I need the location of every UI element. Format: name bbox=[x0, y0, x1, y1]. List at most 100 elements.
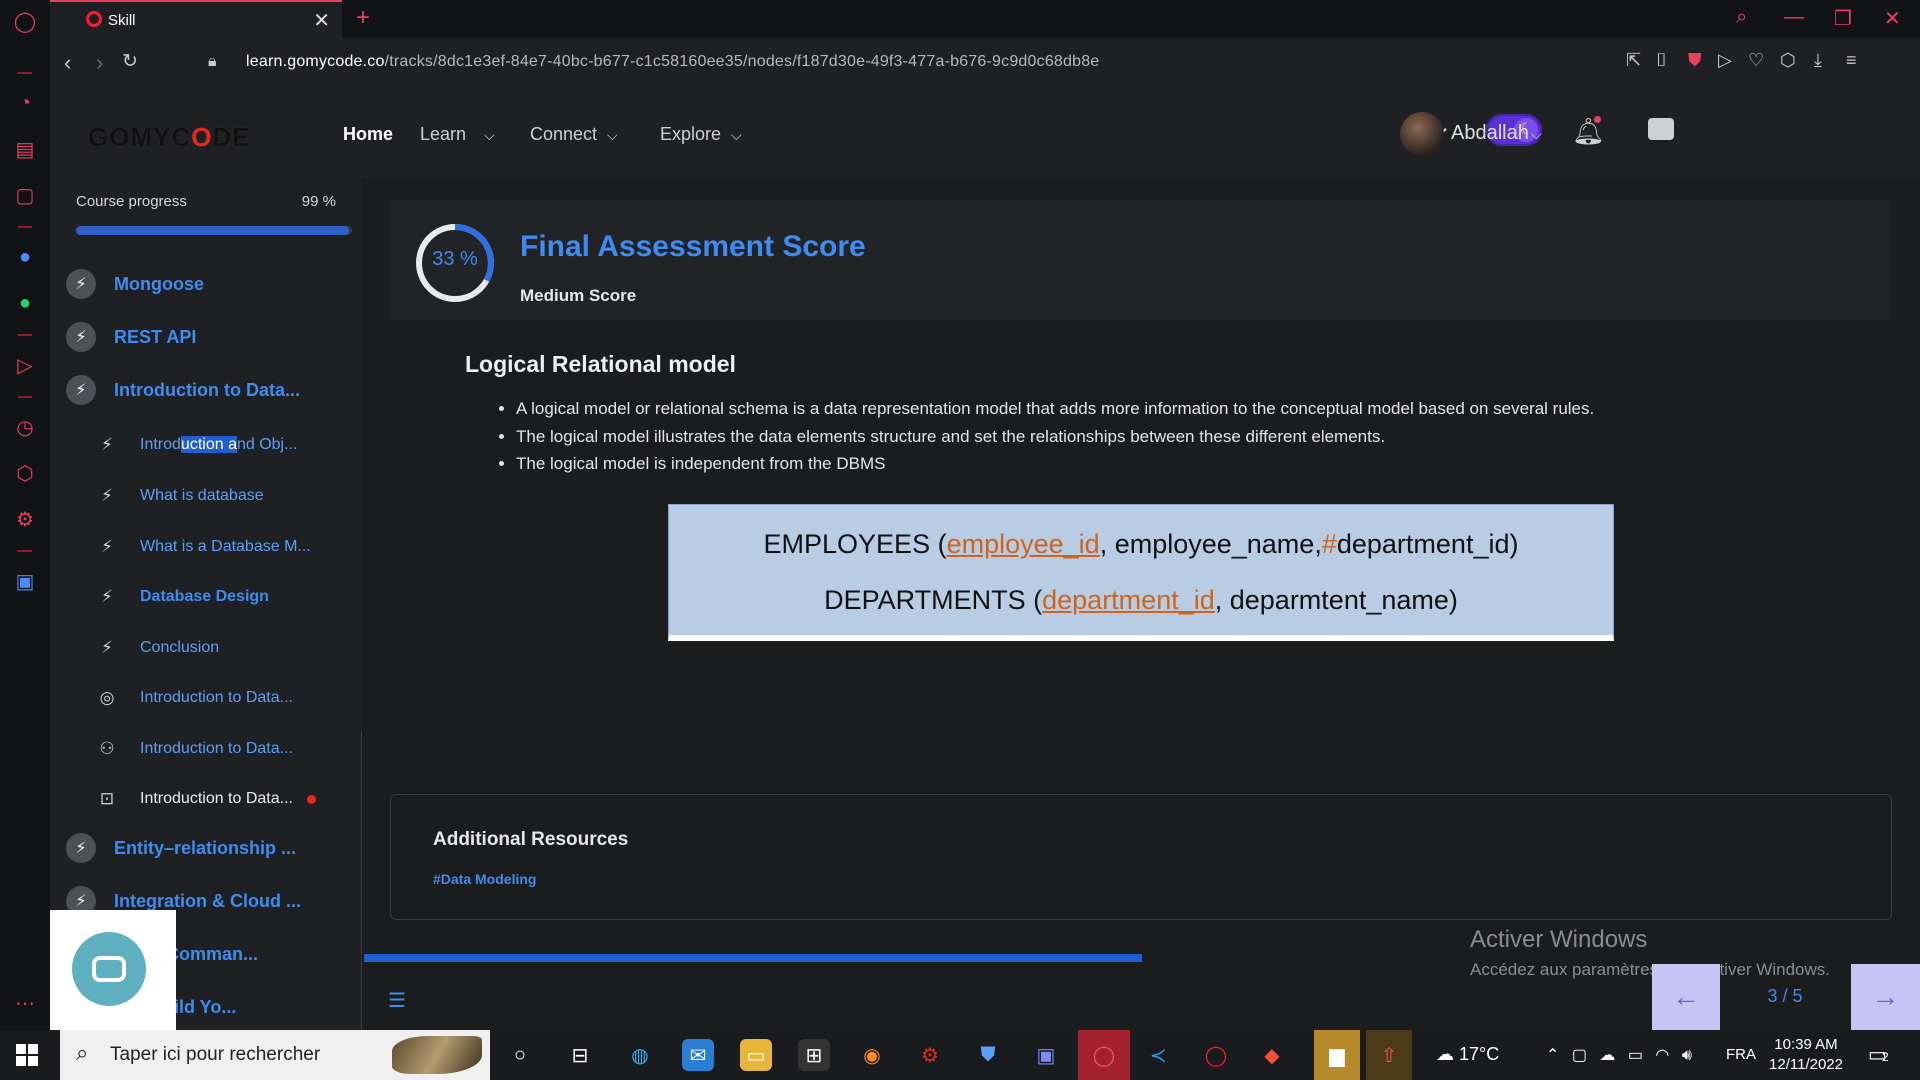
new-tab-button[interactable]: + bbox=[356, 4, 370, 32]
gomycode-logo[interactable]: GOMYCODE bbox=[88, 122, 251, 153]
notification-count: 2 bbox=[1882, 1050, 1889, 1064]
twitch-icon[interactable]: ▢ bbox=[12, 182, 38, 208]
chevron-down-icon: ⌵ bbox=[484, 127, 495, 143]
upload-app-icon[interactable]: ⇧ bbox=[1366, 1030, 1412, 1080]
lesson-item[interactable]: ⚡︎ Conclusion bbox=[96, 634, 219, 662]
shield-app-icon[interactable]: ⛊ bbox=[972, 1039, 1004, 1071]
resource-tag-link[interactable]: #Data Modeling bbox=[433, 871, 536, 887]
close-tab-icon[interactable]: ✕ bbox=[313, 8, 330, 33]
restore-button[interactable]: ❐ bbox=[1834, 6, 1852, 31]
site-header: GOMYCODE Home Learn⌵ Connect⌵ Explore⌵ ⟳… bbox=[50, 88, 1920, 178]
task-view-icon[interactable]: ⊟ bbox=[564, 1039, 596, 1071]
taskbar-search[interactable]: ⌕ Taper ici pour rechercher bbox=[60, 1030, 490, 1080]
nav-explore[interactable]: Explore ⌵ bbox=[660, 124, 742, 145]
close-window-button[interactable]: ✕ bbox=[1884, 6, 1901, 31]
git-icon[interactable]: ◆ bbox=[1256, 1039, 1288, 1071]
vscode-icon[interactable]: ≺ bbox=[1142, 1039, 1174, 1071]
notification-center-icon[interactable]: ▭ 2 bbox=[1868, 1042, 1889, 1067]
folder-icon[interactable]: ▆ bbox=[1314, 1030, 1360, 1080]
module-label: Integration & Cloud ... bbox=[114, 890, 301, 911]
lesson-label: Introduction to Data... bbox=[140, 740, 293, 757]
firefox-icon[interactable]: ◉ bbox=[856, 1039, 888, 1071]
lesson-item[interactable]: ⚡︎ Introduction and Obj... bbox=[96, 431, 297, 459]
chat-icon[interactable] bbox=[1648, 118, 1674, 140]
file-explorer-icon[interactable]: ▭ bbox=[740, 1039, 772, 1071]
lock-icon[interactable]: 🔒︎ bbox=[208, 53, 217, 71]
lesson-item[interactable]: ⚇ Introduction to Data... bbox=[96, 735, 293, 763]
store-icon[interactable]: ⊞ bbox=[798, 1039, 830, 1071]
language-indicator[interactable]: FRA bbox=[1726, 1046, 1756, 1063]
more-dots-icon[interactable]: ⋯ bbox=[12, 990, 38, 1016]
mail-icon[interactable]: ✉ bbox=[682, 1039, 714, 1071]
search-icon[interactable]: ⌕ bbox=[1736, 6, 1747, 29]
page-indicator: 3 / 5 bbox=[1767, 986, 1803, 1006]
opera-gx-icon[interactable]: ◯ bbox=[1078, 1030, 1130, 1080]
module-item[interactable]: ⚡︎ Entity–relationship ... bbox=[66, 832, 296, 864]
module-item[interactable]: ⚡︎ REST API bbox=[66, 321, 196, 353]
avatar[interactable] bbox=[1400, 112, 1444, 156]
reload-icon[interactable]: ↻ bbox=[122, 50, 138, 73]
next-button[interactable]: → bbox=[1851, 964, 1920, 1030]
chevron-down-icon: ⌵ bbox=[607, 127, 618, 143]
module-label: Mongoose bbox=[114, 273, 204, 294]
speed-dial-icon[interactable]: ◔ bbox=[12, 90, 38, 116]
module-item[interactable]: ⚡︎ Mongoose bbox=[66, 268, 204, 300]
opera-sidebar: ◯ ◔ ▤ ▢ ● ● ▷ ◷ ⬡ ⚙ ▣ ⋯ bbox=[0, 0, 50, 1030]
course-progress-fill bbox=[76, 226, 350, 235]
shield-icon[interactable]: ⛊ bbox=[1688, 50, 1702, 71]
whatsapp-icon[interactable]: ● bbox=[12, 290, 38, 316]
bolt-icon: ⚡︎ bbox=[101, 537, 113, 556]
settings-gear-icon[interactable]: ⚙ bbox=[12, 506, 38, 532]
lesson-item[interactable]: ⚡︎ What is a Database M... bbox=[96, 533, 311, 561]
edge-icon[interactable]: ◍ bbox=[624, 1039, 656, 1071]
cortana-icon[interactable]: ○ bbox=[504, 1039, 536, 1071]
forward-icon[interactable]: › bbox=[96, 50, 103, 76]
username-menu[interactable]: Abdallah ⌵ bbox=[1451, 122, 1541, 145]
lesson-label: Conclusion bbox=[140, 639, 220, 656]
teams-icon[interactable]: ▣ bbox=[1030, 1039, 1062, 1071]
schema-text: DEPARTMENTS ( bbox=[824, 585, 1043, 615]
module-item[interactable]: ⚡︎ Introduction to Data... bbox=[66, 374, 300, 406]
nav-learn[interactable]: Learn ⌵ bbox=[420, 124, 495, 145]
history-icon[interactable]: ◷ bbox=[12, 414, 38, 440]
lesson-item[interactable]: ⚡︎ What is database bbox=[96, 482, 264, 510]
sidebar-scrollbar[interactable] bbox=[361, 731, 362, 1030]
opera-logo-icon[interactable]: ◯ bbox=[12, 8, 38, 34]
search-placeholder: Taper ici pour rechercher bbox=[110, 1044, 321, 1065]
shopping-icon[interactable]: ▤ bbox=[12, 136, 38, 162]
windows-start-icon[interactable] bbox=[16, 1044, 38, 1066]
extensions-cube-icon[interactable]: ⬡ bbox=[12, 460, 38, 486]
nav-home[interactable]: Home bbox=[343, 124, 393, 145]
easy-setup-icon[interactable]: ≡ bbox=[1846, 50, 1857, 71]
url-field[interactable]: learn.gomycode.co/tracks/8dc1e3ef-84e7-4… bbox=[246, 53, 1099, 71]
back-icon[interactable]: ‹ bbox=[64, 50, 71, 76]
divider bbox=[18, 226, 32, 228]
browser-tab[interactable]: Skill ✕ bbox=[50, 0, 342, 38]
clock[interactable]: 10:39 AM 12/11/2022 bbox=[1766, 1035, 1846, 1075]
chevron-down-icon: ⌵ bbox=[1530, 126, 1542, 142]
address-bar: ‹ › ↻ 🔒︎ learn.gomycode.co/tracks/8dc1e3… bbox=[50, 38, 1920, 89]
lesson-item[interactable]: ⚡︎ Database Design bbox=[96, 583, 269, 611]
eagle-image bbox=[392, 1036, 482, 1074]
bell-icon[interactable]: 🔔︎ bbox=[1572, 116, 1605, 147]
list-icon[interactable]: ☰ bbox=[388, 988, 406, 1013]
download-icon[interactable]: ⤓ bbox=[1814, 50, 1822, 71]
messenger-icon[interactable]: ● bbox=[12, 244, 38, 270]
weather-widget[interactable]: ☁ 17°C bbox=[1436, 1044, 1499, 1065]
send-icon[interactable]: ▷ bbox=[1718, 50, 1732, 71]
player-icon[interactable]: ▷ bbox=[12, 352, 38, 378]
opera-icon[interactable]: ◯ bbox=[1200, 1039, 1232, 1071]
share-icon[interactable]: ⇱ bbox=[1626, 50, 1641, 71]
nav-connect[interactable]: Connect ⌵ bbox=[530, 124, 618, 145]
chat-widget-button[interactable] bbox=[72, 932, 146, 1006]
heart-icon[interactable]: ♡ bbox=[1748, 50, 1764, 71]
minimize-button[interactable]: — bbox=[1784, 6, 1804, 29]
app-icon[interactable]: ⚙ bbox=[914, 1039, 946, 1071]
system-tray-icons[interactable]: ⌃ ▢ ☁ ▭ ◠ 🔊︎ bbox=[1546, 1045, 1696, 1065]
translate-icon[interactable]: ▣ bbox=[12, 568, 38, 594]
camera-icon[interactable]: ⌷ bbox=[1656, 50, 1667, 71]
cube-icon[interactable]: ⬡ bbox=[1780, 50, 1796, 71]
lesson-item[interactable]: ◎ Introduction to Data... bbox=[96, 684, 293, 712]
lesson-item[interactable]: ⊡ Introduction to Data... bbox=[96, 785, 316, 813]
previous-button[interactable]: ← bbox=[1652, 964, 1720, 1030]
